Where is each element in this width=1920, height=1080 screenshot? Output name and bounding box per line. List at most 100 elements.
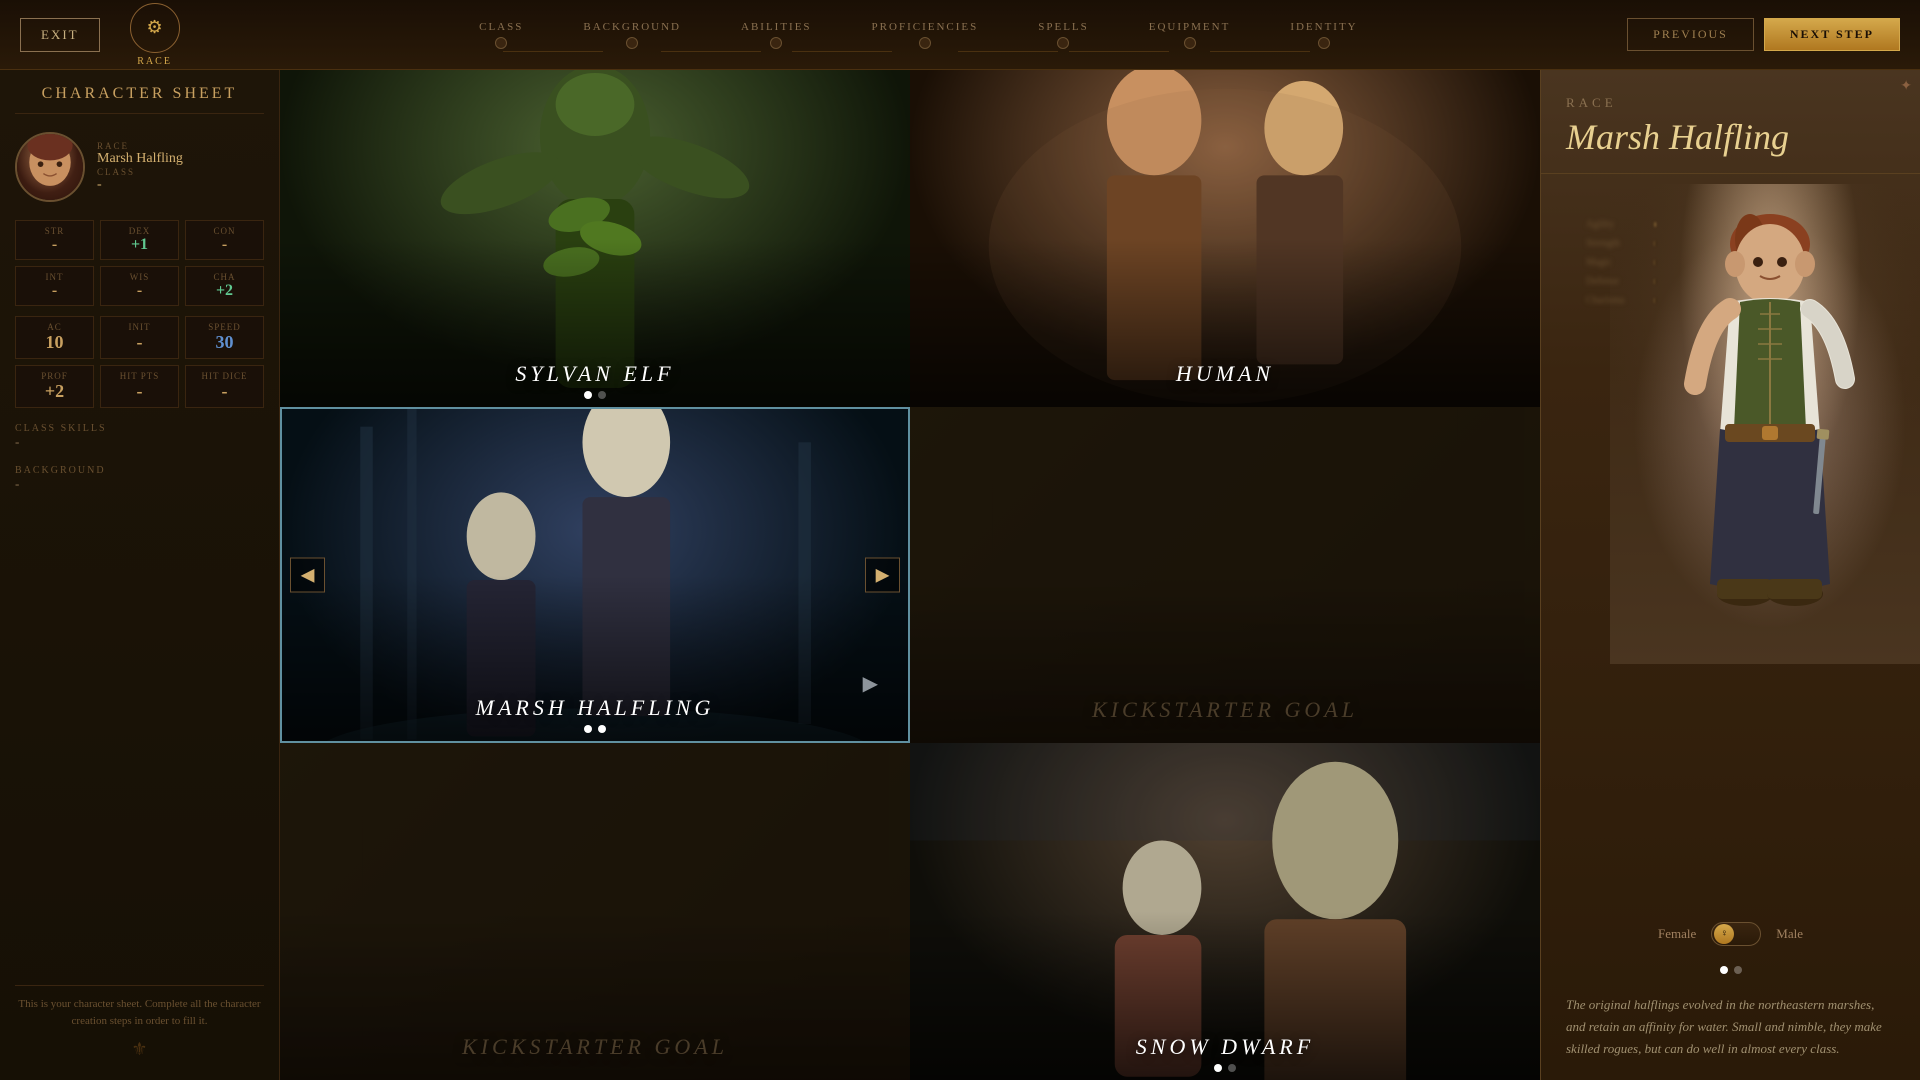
nav-step-abilities[interactable]: ABILITIES [711, 21, 842, 49]
main-container: Character Sheet RACE Marsh Halfling [0, 70, 1920, 1080]
dot-1 [1214, 1064, 1222, 1072]
gender-thumb: ♀ [1714, 924, 1734, 944]
nav-dot-equipment [1184, 37, 1196, 49]
human-label: HUMAN [910, 361, 1540, 387]
gender-toggle[interactable]: ♀ [1711, 922, 1761, 946]
combat-ac: AC 10 [15, 316, 94, 359]
next-step-button[interactable]: NEXT STEP [1764, 18, 1900, 51]
background-section: BACKGROUND - [15, 460, 264, 492]
char-avatar-row: RACE Marsh Halfling CLASS - [15, 124, 264, 210]
avatar-svg [17, 132, 83, 202]
combat-prof: PROF +2 [15, 365, 94, 408]
race-grid-container: SYLVAN ELF [280, 70, 1540, 1080]
race-card-snow-dwarf[interactable]: SNOW DWARF [910, 743, 1540, 1080]
stat-str: STR - [15, 220, 94, 260]
portrait-dot-1 [1720, 966, 1728, 974]
combat-speed: SPEED 30 [185, 316, 264, 359]
gender-symbol: ♀ [1721, 928, 1729, 939]
detail-char-art: Agility Strength Magic Defense Charisma [1541, 174, 1920, 907]
nav-step-identity[interactable]: IDENTITY [1260, 21, 1357, 49]
dot-1 [584, 725, 592, 733]
race-detail-panel: ✦ RACE Marsh Halfling [1540, 70, 1920, 1080]
race-label: RACE [97, 141, 264, 151]
carousel-next-button[interactable]: ▶ [865, 557, 900, 592]
combat-hitpts: HIT PTS - [100, 365, 179, 408]
detail-race-name: Marsh Halfling [1541, 116, 1920, 174]
dot-2 [598, 725, 606, 733]
kickstarter-overlay-2 [280, 743, 910, 1080]
combat-init: INIT - [100, 316, 179, 359]
stat-con: CON - [185, 220, 264, 260]
nav-step-proficiencies[interactable]: PROFICIENCIES [842, 21, 1009, 49]
class-label: CLASS [97, 167, 264, 177]
race-description: The original halflings evolved in the no… [1541, 984, 1920, 1080]
bottom-decoration: ⚜ [15, 1039, 264, 1065]
exit-button[interactable]: EXIT [20, 18, 100, 52]
detail-stat-bars: Agility Strength Magic Defense Charisma [1561, 204, 1681, 321]
stat-grid: STR - DEX +1 CON - INT - WIS - CHA +2 [15, 220, 264, 306]
stat-bar-agility: Agility [1586, 219, 1656, 230]
marsh-overlay [282, 409, 908, 742]
top-nav: EXIT RACE CLASS BACKGROUND ABILITIES PRO… [0, 0, 1920, 70]
race-value: Marsh Halfling [97, 151, 264, 167]
character-sheet: Character Sheet RACE Marsh Halfling [0, 70, 280, 1080]
nav-steps: CLASS BACKGROUND ABILITIES PROFICIENCIES… [180, 21, 1628, 49]
nav-buttons: PREVIOUS NEXT STEP [1627, 18, 1900, 51]
race-card-kickstarter-2: KICKSTARTER GOAL [280, 743, 910, 1080]
marsh-dots [282, 725, 908, 733]
kickstarter-label-1: KICKSTARTER GOAL [910, 697, 1540, 723]
race-card-marsh-halfling[interactable]: MARSH HALFLING ▶ ◀ ▶ [280, 407, 910, 744]
stat-bar-charisma: Charisma [1586, 295, 1656, 306]
snow-overlay [910, 743, 1540, 1080]
male-label: Male [1776, 926, 1803, 942]
class-value: - [97, 177, 264, 193]
race-nav-icon [130, 3, 180, 53]
char-sheet-title: Character Sheet [15, 85, 264, 114]
snow-dots [910, 1064, 1540, 1072]
nav-dot-abilities [770, 37, 782, 49]
sylvan-overlay [280, 70, 910, 407]
char-footer: This is your character sheet. Complete a… [15, 985, 264, 1029]
carousel-prev-button[interactable]: ◀ [290, 557, 325, 592]
race-step-label: RACE [137, 56, 172, 67]
female-label: Female [1658, 926, 1696, 942]
nav-dot-background [626, 37, 638, 49]
sylvan-label: SYLVAN ELF [280, 361, 910, 387]
class-skills-section: CLASS SKILLS - [15, 418, 264, 450]
char-info: RACE Marsh Halfling CLASS - [97, 141, 264, 193]
nav-dot-class [495, 37, 507, 49]
previous-button[interactable]: PREVIOUS [1627, 18, 1754, 51]
kickstarter-label-2: KICKSTARTER GOAL [280, 1034, 910, 1060]
dot-2 [1228, 1064, 1236, 1072]
nav-step-equipment[interactable]: EQUIPMENT [1119, 21, 1261, 49]
kickstarter-overlay-1 [910, 407, 1540, 744]
gender-toggle-row: Female ♀ Male [1541, 907, 1920, 961]
stat-bar-strength: Strength [1586, 238, 1656, 249]
dot-1 [584, 391, 592, 399]
portrait-dots [1541, 961, 1920, 984]
avatar [15, 132, 85, 202]
avatar-art [17, 134, 83, 200]
nav-step-background[interactable]: BACKGROUND [553, 21, 711, 49]
race-card-sylvan-elf[interactable]: SYLVAN ELF [280, 70, 910, 407]
stat-dex: DEX +1 [100, 220, 179, 260]
race-card-kickstarter-1: KICKSTARTER GOAL [910, 407, 1540, 744]
portrait-dot-2 [1734, 966, 1742, 974]
race-card-human[interactable]: HUMAN [910, 70, 1540, 407]
cursor-icon: ▶ [863, 671, 878, 696]
race-grid: SYLVAN ELF [280, 70, 1540, 1080]
stat-wis: WIS - [100, 266, 179, 306]
sylvan-dots [280, 391, 910, 399]
stat-int: INT - [15, 266, 94, 306]
human-overlay [910, 70, 1540, 407]
nav-dot-identity [1318, 37, 1330, 49]
nav-step-class[interactable]: CLASS [449, 21, 553, 49]
nav-dot-proficiencies [919, 37, 931, 49]
combat-grid: AC 10 INIT - SPEED 30 PROF +2 HIT PTS - … [15, 316, 264, 408]
dot-2 [598, 391, 606, 399]
detail-corner-decoration: ✦ [1900, 78, 1912, 95]
marsh-label: MARSH HALFLING [282, 695, 908, 721]
snow-label: SNOW DWARF [910, 1034, 1540, 1060]
nav-step-spells[interactable]: SPELLS [1008, 21, 1119, 49]
stat-cha: CHA +2 [185, 266, 264, 306]
